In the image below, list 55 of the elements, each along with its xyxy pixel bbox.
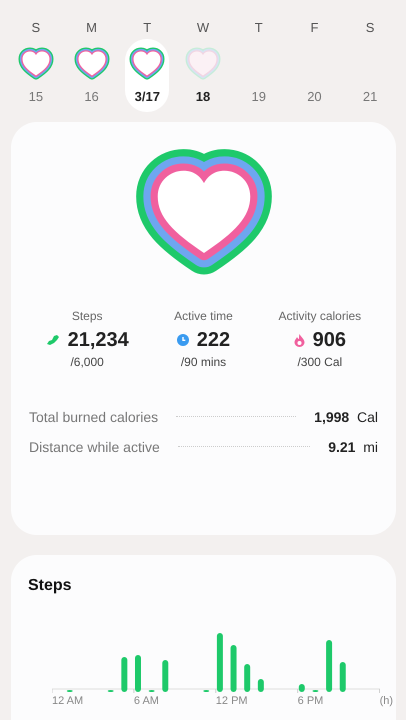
stat-goal: /300 Cal bbox=[297, 354, 342, 369]
step-bar bbox=[230, 644, 237, 692]
stat-goal: /6,000 bbox=[70, 354, 104, 369]
step-bar bbox=[135, 654, 141, 692]
stat-label: Steps bbox=[72, 308, 102, 323]
stat-label: Activity calories bbox=[278, 308, 362, 323]
step-bar bbox=[121, 656, 128, 692]
step-bar bbox=[148, 690, 155, 692]
heart-ring-icon bbox=[16, 46, 55, 80]
weekday-label: T bbox=[254, 19, 263, 37]
step-bar bbox=[162, 660, 168, 692]
step-bar bbox=[326, 640, 332, 692]
weekday-label: T bbox=[143, 19, 152, 37]
detail-label: Distance while active bbox=[29, 438, 160, 455]
axis-label: 6 AM bbox=[134, 694, 160, 707]
step-bar bbox=[108, 690, 114, 692]
axis-unit: (h) bbox=[380, 694, 394, 707]
clock-icon bbox=[176, 334, 189, 346]
step-bar bbox=[244, 664, 250, 692]
detail-label: Total burned calories bbox=[29, 408, 158, 425]
stat-value: 222 bbox=[196, 328, 230, 352]
day-item[interactable]: 21 bbox=[348, 39, 392, 112]
weekday-label: W bbox=[196, 19, 210, 37]
day-item[interactable]: 3/17 bbox=[125, 39, 170, 112]
stat-label: Active time bbox=[174, 308, 233, 323]
step-bar bbox=[312, 690, 318, 692]
heart-ring-icon bbox=[72, 46, 111, 80]
stat-value: 906 bbox=[312, 328, 346, 352]
stat-value: 21,234 bbox=[68, 328, 129, 352]
weekday-label: S bbox=[366, 19, 374, 37]
step-bar bbox=[66, 690, 73, 692]
shoe-icon bbox=[46, 334, 60, 346]
detail-value: 1,998 Cal bbox=[314, 408, 378, 425]
step-bar bbox=[203, 690, 210, 692]
stat-goal: /90 mins bbox=[180, 354, 226, 369]
step-bar bbox=[340, 662, 346, 692]
heart-ring-icon bbox=[184, 46, 222, 80]
day-item[interactable]: 16 bbox=[70, 39, 114, 112]
step-bar bbox=[258, 678, 264, 692]
day-item[interactable]: 18 bbox=[180, 39, 225, 112]
step-bar bbox=[298, 684, 305, 692]
detail-value: 9.21 mi bbox=[328, 438, 378, 455]
weekday-label: M bbox=[86, 19, 97, 37]
weekday-label: F bbox=[310, 19, 318, 37]
flame-icon bbox=[294, 334, 305, 347]
day-item[interactable]: 20 bbox=[292, 39, 336, 112]
weekday-label: S bbox=[32, 19, 40, 37]
day-item[interactable]: 15 bbox=[14, 39, 58, 112]
axis-label: 12 AM bbox=[52, 694, 84, 707]
axis-label: 6 PM bbox=[298, 694, 324, 707]
axis-label: 12 PM bbox=[216, 694, 249, 707]
step-bar bbox=[216, 632, 223, 692]
card-title: Steps bbox=[28, 576, 73, 595]
heart-ring-icon bbox=[128, 46, 166, 80]
day-item[interactable]: 19 bbox=[236, 39, 281, 112]
